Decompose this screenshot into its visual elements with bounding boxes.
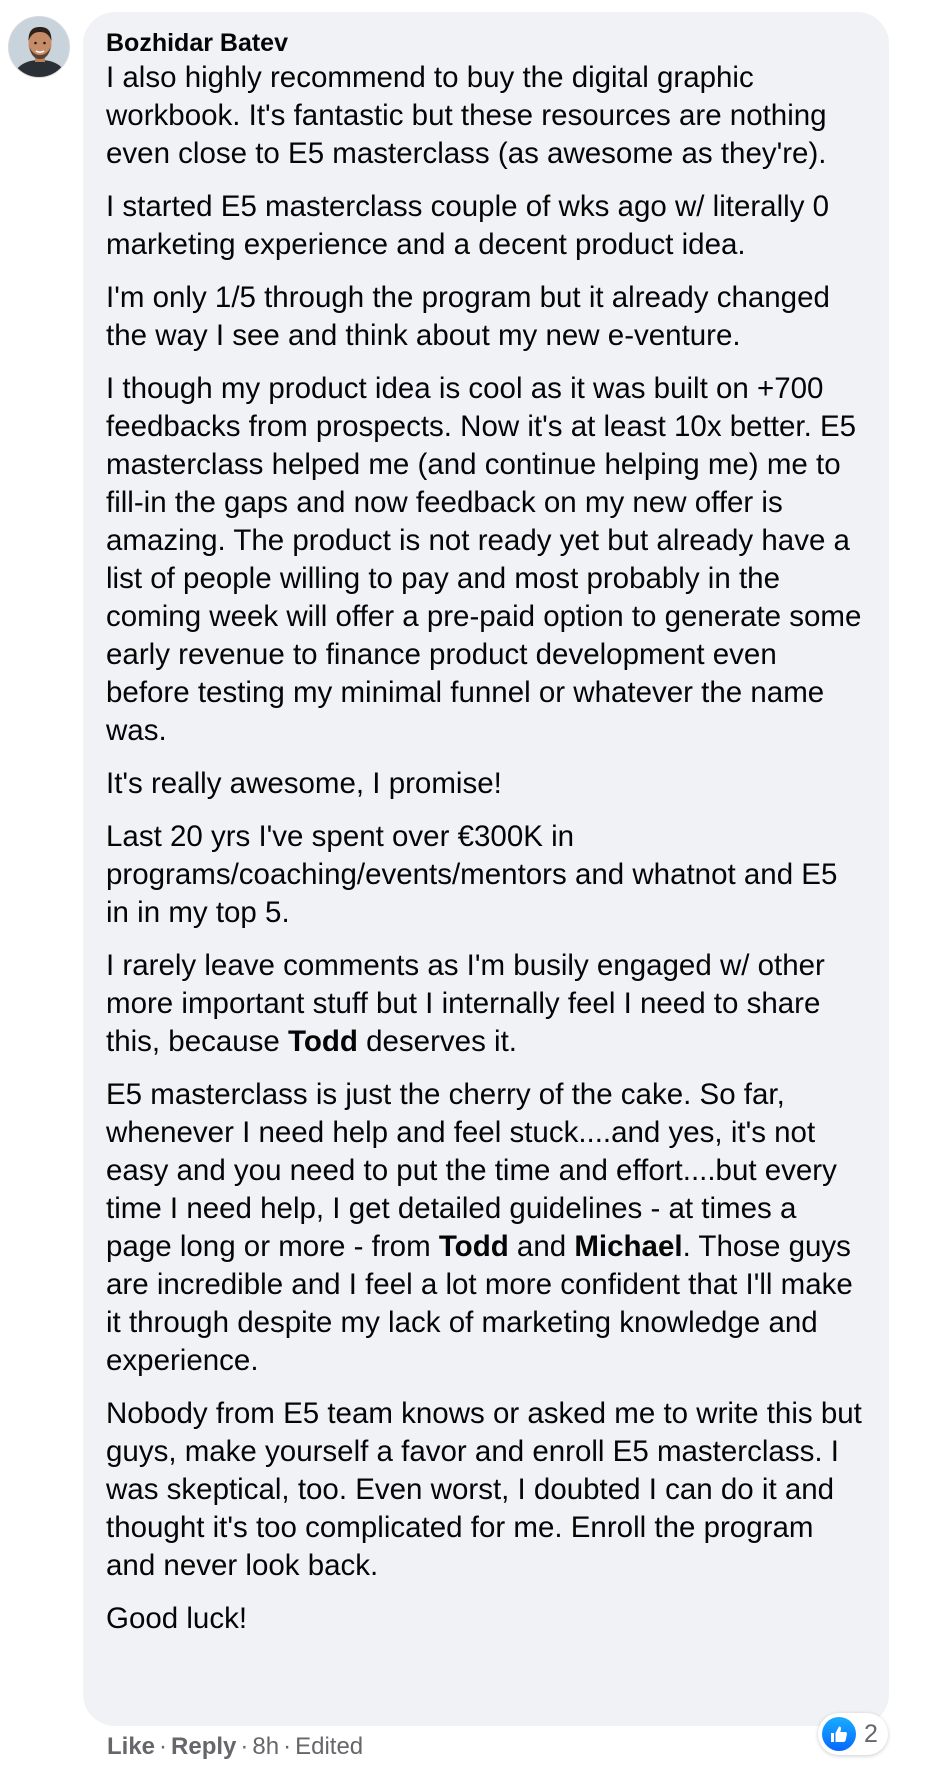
paragraph-text: deserves it. <box>357 1025 517 1058</box>
comment-paragraph: I'm only 1/5 through the program but it … <box>106 279 867 355</box>
paragraph-text: I started E5 masterclass couple of wks a… <box>106 190 830 261</box>
paragraph-text: and <box>508 1230 575 1263</box>
paragraph-text: I'm only 1/5 through the program but it … <box>106 281 830 352</box>
comment-paragraph: I also highly recommend to buy the digit… <box>106 59 867 173</box>
avatar[interactable] <box>8 16 70 78</box>
timestamp[interactable]: 8h <box>252 1733 279 1760</box>
paragraph-text: It's really awesome, I promise! <box>106 767 502 800</box>
paragraph-text: I though my product idea is cool as it w… <box>106 372 862 747</box>
mention-michael[interactable]: Michael <box>574 1230 682 1263</box>
like-icon <box>822 1717 856 1751</box>
paragraph-text: I also highly recommend to buy the digit… <box>106 61 827 170</box>
like-button[interactable]: Like <box>107 1733 155 1760</box>
edited-label[interactable]: Edited <box>295 1733 363 1760</box>
comment-paragraph: Good luck! <box>106 1600 867 1638</box>
reaction-count: 2 <box>864 1720 878 1748</box>
separator: · <box>159 1733 168 1760</box>
mention-todd[interactable]: Todd <box>288 1025 358 1058</box>
comment-paragraph: It's really awesome, I promise! <box>106 765 867 803</box>
comment-bubble: Bozhidar Batev I also highly recommend t… <box>83 12 889 1726</box>
comment-paragraph: Last 20 yrs I've spent over €300K in pro… <box>106 818 867 932</box>
comment-author[interactable]: Bozhidar Batev <box>106 28 867 58</box>
mention-todd[interactable]: Todd <box>439 1230 509 1263</box>
comment-paragraph: I rarely leave comments as I'm busily en… <box>106 947 867 1061</box>
paragraph-text: Nobody from E5 team knows or asked me to… <box>106 1397 862 1582</box>
comment-paragraph: I though my product idea is cool as it w… <box>106 370 867 750</box>
reply-button[interactable]: Reply <box>171 1733 236 1760</box>
comment-paragraph: E5 masterclass is just the cherry of the… <box>106 1076 867 1380</box>
comment-actions: Like · Reply · 8h · Edited <box>107 1731 363 1763</box>
comment-paragraph: I started E5 masterclass couple of wks a… <box>106 188 867 264</box>
paragraph-text: Last 20 yrs I've spent over €300K in pro… <box>106 820 838 929</box>
paragraph-text: Good luck! <box>106 1602 248 1635</box>
reaction-summary[interactable]: 2 <box>818 1713 888 1755</box>
comment-paragraph: Nobody from E5 team knows or asked me to… <box>106 1395 867 1585</box>
separator: · <box>283 1733 292 1760</box>
separator: · <box>240 1733 249 1760</box>
